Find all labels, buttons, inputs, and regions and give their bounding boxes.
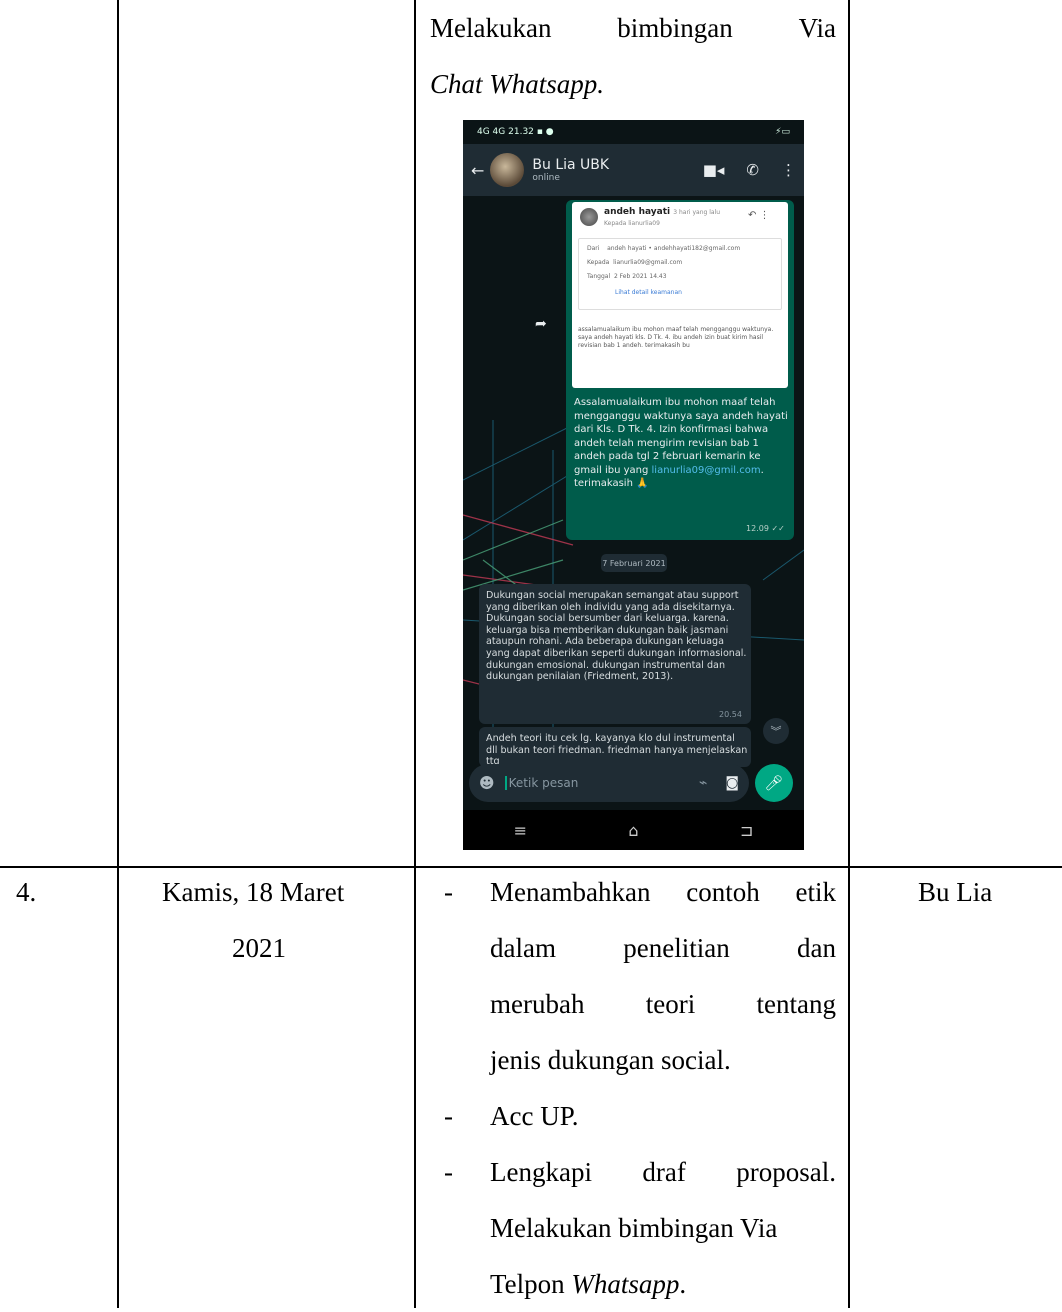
word: teori: [645, 989, 696, 1019]
date-chip: 7 Februari 2021: [601, 554, 667, 572]
email-preview: andeh hayati 3 hari yang lalu Kepada lia…: [572, 202, 788, 388]
item1-line1: Menambahkan contoh etik: [490, 864, 836, 920]
word: Lengkapi: [490, 1157, 592, 1187]
security-link[interactable]: Lihat detail keamanan: [615, 289, 682, 296]
mic-icon[interactable]: 🎤︎: [755, 764, 793, 802]
word: proposal.: [736, 1157, 836, 1187]
email-to-value: lianurlia09@gmail.com: [613, 259, 683, 266]
item1-line2: dalam penelitian dan: [490, 920, 836, 976]
email-date-label: Tanggal: [587, 273, 611, 280]
table-border-col3: [848, 0, 850, 1308]
word-italic: Whatsapp: [571, 1269, 680, 1299]
incoming-text: Andeh teori itu cek lg. kayanya klo dul …: [486, 733, 748, 767]
menu-icon[interactable]: ≡: [514, 821, 527, 840]
avatar[interactable]: [490, 153, 525, 187]
word: dan: [797, 933, 836, 963]
sender-avatar: [580, 208, 598, 226]
word: tentang: [756, 989, 836, 1019]
battery-icon: ⚡▭: [775, 127, 790, 137]
word: etik: [795, 877, 836, 907]
row-date-line1: Kamis, 18 Maret: [162, 877, 345, 907]
email-link[interactable]: lianurlia09@gmil.com: [652, 465, 761, 476]
email-to-line: Kepada lianurlia09: [604, 220, 660, 227]
arrow-left-icon[interactable]: ←: [471, 161, 484, 180]
video-call-icon[interactable]: ■◂: [703, 161, 725, 179]
status-time: 21.32: [508, 127, 534, 137]
more-vert-icon[interactable]: ⋮: [781, 161, 796, 179]
incoming-message[interactable]: Dukungan social merupakan semangat atau …: [479, 584, 751, 724]
camera-icon[interactable]: ◙: [725, 775, 739, 791]
incoming-text: Dukungan social merupakan semangat atau …: [486, 590, 747, 683]
word: contoh: [686, 877, 760, 907]
bullet-dash: -: [444, 1101, 453, 1131]
email-sender-time: 3 hari yang lalu: [673, 209, 721, 216]
table-border-col2: [414, 0, 416, 1308]
email-date-value: 2 Feb 2021 14.43: [613, 273, 667, 280]
android-nav-bar: ≡ ⌂ ⊐: [463, 810, 804, 850]
item3-line1: Lengkapi draf proposal.: [490, 1144, 836, 1200]
item3-line2: Melakukan bimbingan Via: [490, 1213, 778, 1243]
row-date-line2: 2021: [232, 933, 286, 963]
input-placeholder: Ketik pesan: [504, 776, 578, 790]
bullet-dash: -: [444, 1157, 453, 1187]
outgoing-message[interactable]: andeh hayati 3 hari yang lalu Kepada lia…: [566, 200, 794, 540]
item3-line3: Telpon Whatsapp.: [490, 1256, 686, 1312]
word: Via: [798, 13, 836, 43]
top-row-line1: Melakukan bimbingan Via: [430, 0, 836, 56]
bullet-dash: -: [444, 877, 453, 907]
word: dalam: [490, 933, 556, 963]
back-icon[interactable]: ⊐: [740, 821, 753, 840]
paperclip-icon[interactable]: ⌁: [699, 775, 707, 791]
outgoing-text: Assalamualaikum ibu mohon maaf telah men…: [574, 396, 788, 491]
word: Menambahkan: [490, 877, 651, 907]
outgoing-time: 12.09 ✓✓: [746, 524, 785, 533]
table-border-left: [117, 0, 119, 1308]
status-bar: 4G 4G 21.32 ▪ ● ⚡▭: [477, 127, 790, 137]
word: Telpon: [490, 1269, 572, 1299]
contact-info[interactable]: Bu Lia UBK online: [532, 157, 609, 183]
email-sender: andeh hayati: [604, 207, 671, 217]
email-from-label: Dari: [587, 245, 600, 252]
reply-icon: ↶ ⋮: [748, 210, 770, 221]
word: bimbingan: [617, 13, 733, 43]
item1-line3: merubah teori tentang: [490, 976, 836, 1032]
phone-call-icon[interactable]: ✆: [746, 161, 759, 179]
row-number: 4.: [16, 877, 37, 907]
item1-line4: jenis dukungan social.: [490, 1045, 731, 1075]
incoming-time: 20.54: [719, 710, 742, 719]
email-body: assalamualaikum ibu mohon maaf telah men…: [578, 326, 774, 349]
signal-icon: 4G 4G: [477, 127, 506, 137]
top-row-line2: Chat Whatsapp.: [430, 69, 605, 99]
home-icon[interactable]: ⌂: [628, 821, 638, 840]
forward-icon[interactable]: ➦: [535, 316, 547, 332]
chat-header: ← Bu Lia UBK online ■◂ ✆ ⋮: [463, 144, 804, 196]
word: penelitian: [623, 933, 730, 963]
word: Melakukan: [430, 13, 552, 43]
word: draf: [642, 1157, 686, 1187]
message-input[interactable]: ☻ Ketik pesan ⌁ ◙: [469, 764, 749, 802]
contact-name: Bu Lia UBK: [532, 157, 610, 173]
email-from-value: andeh hayati • andehhayati182@gmail.com: [607, 245, 741, 252]
contact-status: online: [532, 173, 560, 183]
item2-text: Acc UP.: [490, 1101, 579, 1131]
emoji-icon[interactable]: ☻: [479, 774, 495, 792]
word: .: [679, 1269, 687, 1299]
email-to-label: Kepada: [587, 259, 610, 266]
word: merubah: [490, 989, 585, 1019]
chevron-down-icon[interactable]: ︾: [763, 718, 789, 744]
incoming-message[interactable]: Andeh teori itu cek lg. kayanya klo dul …: [479, 727, 751, 767]
whatsapp-screenshot: 4G 4G 21.32 ▪ ● ⚡▭ ← Bu Lia UBK online ■…: [463, 120, 804, 850]
pembimbing-name: Bu Lia: [918, 877, 993, 907]
